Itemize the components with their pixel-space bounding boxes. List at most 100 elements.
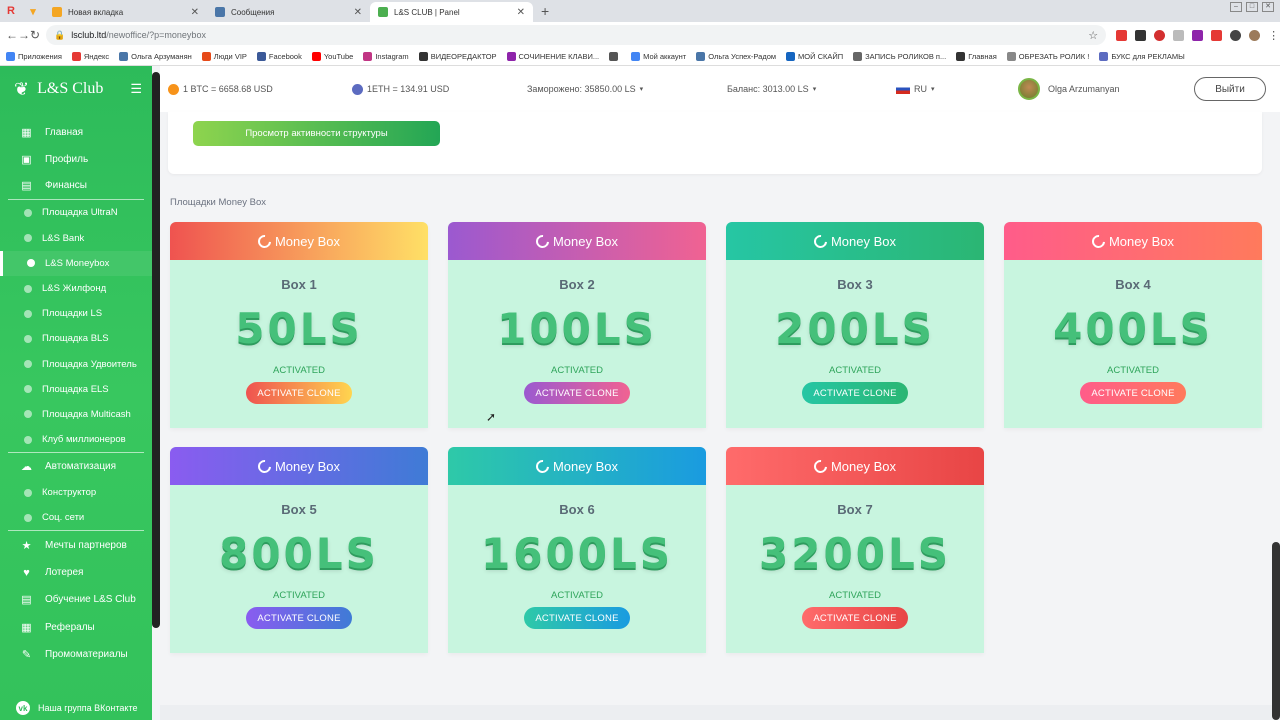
sidebar-item-мечты-партнеров[interactable]: ★ Мечты партнеров [0,531,152,558]
logout-button[interactable]: Выйти [1194,77,1266,101]
forward-icon[interactable]: → [18,28,30,42]
sidebar-item-промоматериалы[interactable]: ✎ Промоматериалы [0,641,152,668]
bookmark-item[interactable]: СОЧИНЕНИЕ КЛАВИ... [506,52,599,61]
activate-clone-button[interactable]: ACTIVATE CLONE [246,382,352,404]
minimize-icon[interactable]: – [1230,2,1242,12]
extension-icon[interactable] [1116,29,1128,41]
bookmark-item[interactable]: МОЙ СКАЙП [786,52,843,61]
balance-dropdown[interactable]: Баланс: 3013.00 LS ▾ [727,84,816,94]
box-name: Box 7 [837,502,873,517]
browser-tab[interactable]: Сообщения ✕ [207,2,370,22]
bookmark-item[interactable]: ОБРЕЗАТЬ РОЛИК ! [1006,52,1089,61]
sidebar-item-лотерея[interactable]: ♥ Лотерея [0,559,152,586]
box-name: Box 2 [559,277,595,292]
page-scrollbar[interactable] [1272,542,1280,720]
sidebar-item-соц-сети[interactable]: Соц. сети [0,505,152,530]
sidebar-item-конструктор[interactable]: Конструктор [0,480,152,505]
bookmark-item[interactable]: Ольга Успех-Радом [696,52,776,61]
new-tab-button[interactable]: + [541,3,549,19]
tab-label: Новая вкладка [68,7,124,17]
finance-icon: ▤ [21,180,32,193]
sidebar-scrollbar[interactable] [152,72,160,628]
bookmark-item[interactable]: Яндекс [71,52,109,61]
box-amount: 3200LS [759,529,951,578]
bookmark-item[interactable]: Facebook [256,52,302,61]
activate-clone-button[interactable]: ACTIVATE CLONE [1080,382,1186,404]
bookmark-item[interactable]: Приложения [6,52,62,61]
bookmark-label: Приложения [18,52,62,61]
vk-group-link[interactable]: vk Наша группа ВКонтакте [0,696,152,720]
view-structure-activity-button[interactable]: Просмотр активности структуры [193,121,440,146]
sidebar-item-главная[interactable]: ▦ Главная [0,119,152,146]
bookmark-star-icon[interactable]: ☆ [1088,29,1098,42]
browser-tab[interactable]: Новая вкладка ✕ [44,2,207,22]
sidebar-item-площадка-els[interactable]: Площадка ELS [0,377,152,402]
bookmark-item[interactable]: Мой аккаунт [631,52,686,61]
activate-clone-button[interactable]: ACTIVATE CLONE [802,382,908,404]
tab-close-icon[interactable]: ✕ [191,7,199,18]
hamburger-icon[interactable]: ☰ [130,81,142,97]
sidebar-item-обучение-l-s-club[interactable]: ▤ Обучение L&S Club [0,586,152,613]
extension-icon[interactable] [1135,29,1147,41]
bookmark-item[interactable]: Люди VIP [201,52,247,61]
education-icon: ▤ [21,594,32,607]
bookmark-item[interactable]: Ольга Арзуманян [119,52,192,61]
extension-icon[interactable] [1173,29,1185,41]
browser-menu-icon[interactable]: ⋮ [1268,29,1279,42]
sidebar-item-l-s-жилфонд[interactable]: L&S Жилфонд [0,276,152,301]
maximize-icon[interactable]: □ [1246,2,1258,12]
sidebar-item-l-s-moneybox[interactable]: L&S Moneybox [0,250,152,276]
moneybox-card-header: Money Box [448,222,706,260]
bookmark-item[interactable] [609,52,621,61]
activate-clone-button[interactable]: ACTIVATE CLONE [246,607,352,629]
browser-tab[interactable]: L&S CLUB | Panel ✕ [370,2,533,22]
frozen-dropdown[interactable]: Заморожено: 35850.00 LS ▾ [527,84,643,94]
box-name: Box 3 [837,277,873,292]
activate-clone-button[interactable]: ACTIVATE CLONE [524,607,630,629]
activate-clone-button[interactable]: ACTIVATE CLONE [524,382,630,404]
moneybox-icon [255,456,274,476]
sidebar-item-площадка-удвоитель[interactable]: Площадка Удвоитель [0,352,152,377]
bookmark-item[interactable]: YouTube [311,52,353,61]
sidebar-item-label: Промоматериалы [45,649,128,661]
sidebar-item-автоматизация[interactable]: ☁ Автоматизация [0,453,152,480]
sidebar-item-l-s-bank[interactable]: L&S Bank [0,226,152,251]
bookmark-favicon-icon [71,52,81,61]
sidebar-item-площадка-ultran[interactable]: Площадка UltraN [0,200,152,225]
sidebar-item-площадка-multicash[interactable]: Площадка Multicash [0,402,152,427]
back-icon[interactable]: ← [6,28,18,42]
brand[interactable]: ❦ L&S Club ☰ [0,66,152,112]
promo-icon: ✎ [21,649,32,662]
sidebar-item-площадка-bls[interactable]: Площадка BLS [0,326,152,351]
extension-icon[interactable] [1230,29,1242,41]
sidebar-item-финансы[interactable]: ▤ Финансы [0,173,152,200]
close-window-icon[interactable]: ✕ [1262,2,1274,12]
language-selector[interactable]: RU ▾ [896,84,935,94]
url-field[interactable]: 🔒 lsclub.ltd/newoffice/?p=moneybox ☆ [46,25,1107,45]
sidebar-item-рефералы[interactable]: ▦ Рефералы [0,614,152,641]
sidebar-item-клуб-миллионеров[interactable]: Клуб миллионеров [0,427,152,452]
balance-text: Баланс: 3013.00 LS [727,84,809,94]
section-title: Площадки Money Box [170,197,267,208]
sidebar-item-площадки-ls[interactable]: Площадки LS [0,301,152,326]
browser-logo-icon[interactable]: R [2,2,20,20]
user-menu[interactable]: Olga Arzumanyan [1018,78,1120,100]
eth-rate: 1ETH = 134.91 USD [352,83,449,95]
bullet-icon [24,385,32,394]
tab-close-icon[interactable]: ✕ [517,7,525,18]
reload-icon[interactable]: ↻ [30,28,40,42]
downloads-icon[interactable]: ▾ [24,2,42,20]
extension-icon[interactable] [1192,29,1204,41]
bookmark-item[interactable]: БУКС для РЕКЛАМЫ [1099,52,1185,61]
extension-icon[interactable] [1211,29,1223,41]
bookmark-item[interactable]: Главная [956,52,997,61]
tab-close-icon[interactable]: ✕ [354,7,362,18]
extension-icon[interactable] [1154,29,1166,41]
bookmark-item[interactable]: ВИДЕОРЕДАКТОР [418,52,497,61]
profile-avatar-icon[interactable] [1249,29,1261,41]
bookmark-item[interactable]: ЗАПИСЬ РОЛИКОВ п... [853,52,946,61]
bookmark-item[interactable]: Instagram [363,52,409,61]
activate-clone-button[interactable]: ACTIVATE CLONE [802,607,908,629]
sidebar-item-профиль[interactable]: ▣ Профиль [0,146,152,173]
box-amount: 200LS [775,304,935,353]
